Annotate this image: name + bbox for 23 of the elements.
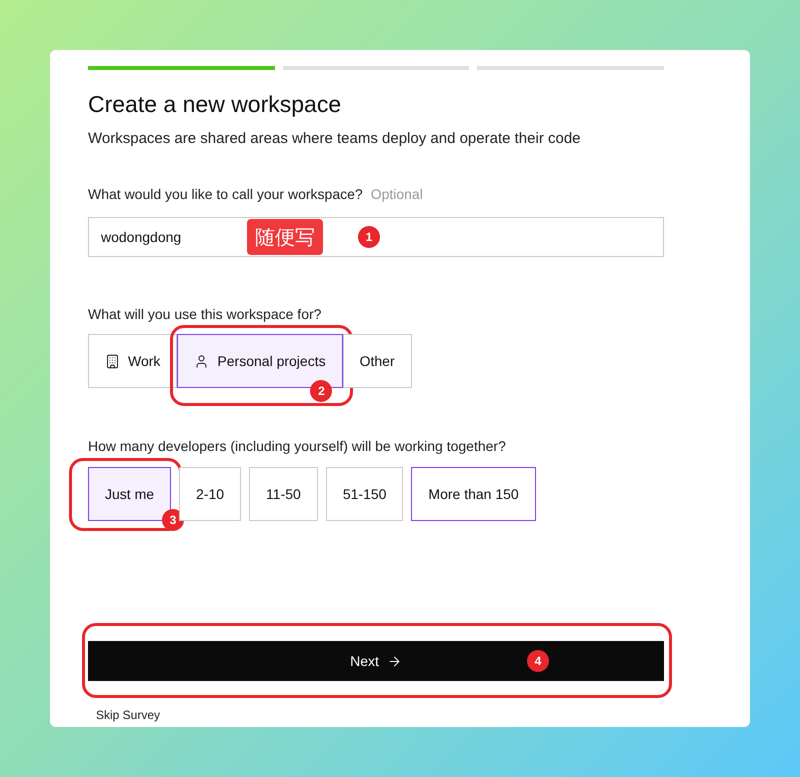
person-icon xyxy=(194,354,210,368)
option-button[interactable]: Other xyxy=(342,334,412,388)
name-input[interactable]: wodongdong xyxy=(101,226,241,248)
option-button[interactable]: 11-50 xyxy=(249,467,318,521)
option-button[interactable]: 2-10 xyxy=(179,467,242,521)
field-label: What would you like to call your workspace? xyxy=(88,185,363,204)
question-label: What will you use this workspace for? xyxy=(88,305,322,324)
option-button[interactable]: 51-150 xyxy=(326,467,404,521)
optional-hint: Optional xyxy=(370,185,423,204)
building-icon xyxy=(105,354,120,368)
step-number-badge: 2 xyxy=(310,380,332,402)
option-button[interactable]: Just me xyxy=(88,467,172,521)
option-button[interactable]: Personal projects xyxy=(177,334,343,388)
arrow-right-icon xyxy=(386,654,402,668)
skip-survey-link[interactable]: Skip Survey xyxy=(96,706,712,724)
step-number-badge: 1 xyxy=(358,226,380,248)
annotation-label: 随便写 xyxy=(247,219,323,255)
page-subtitle: Workspaces are shared areas where teams deploy and operate their code xyxy=(88,128,582,148)
option-button[interactable]: More than 150 xyxy=(411,467,536,521)
option-button[interactable]: Work xyxy=(88,334,178,388)
workspace-name-field[interactable]: wodongdong 随便写 1 xyxy=(88,217,664,257)
question-label: How many developers (including yourself) will be working together? xyxy=(88,437,507,456)
page-title: Create a new workspace xyxy=(88,90,342,119)
